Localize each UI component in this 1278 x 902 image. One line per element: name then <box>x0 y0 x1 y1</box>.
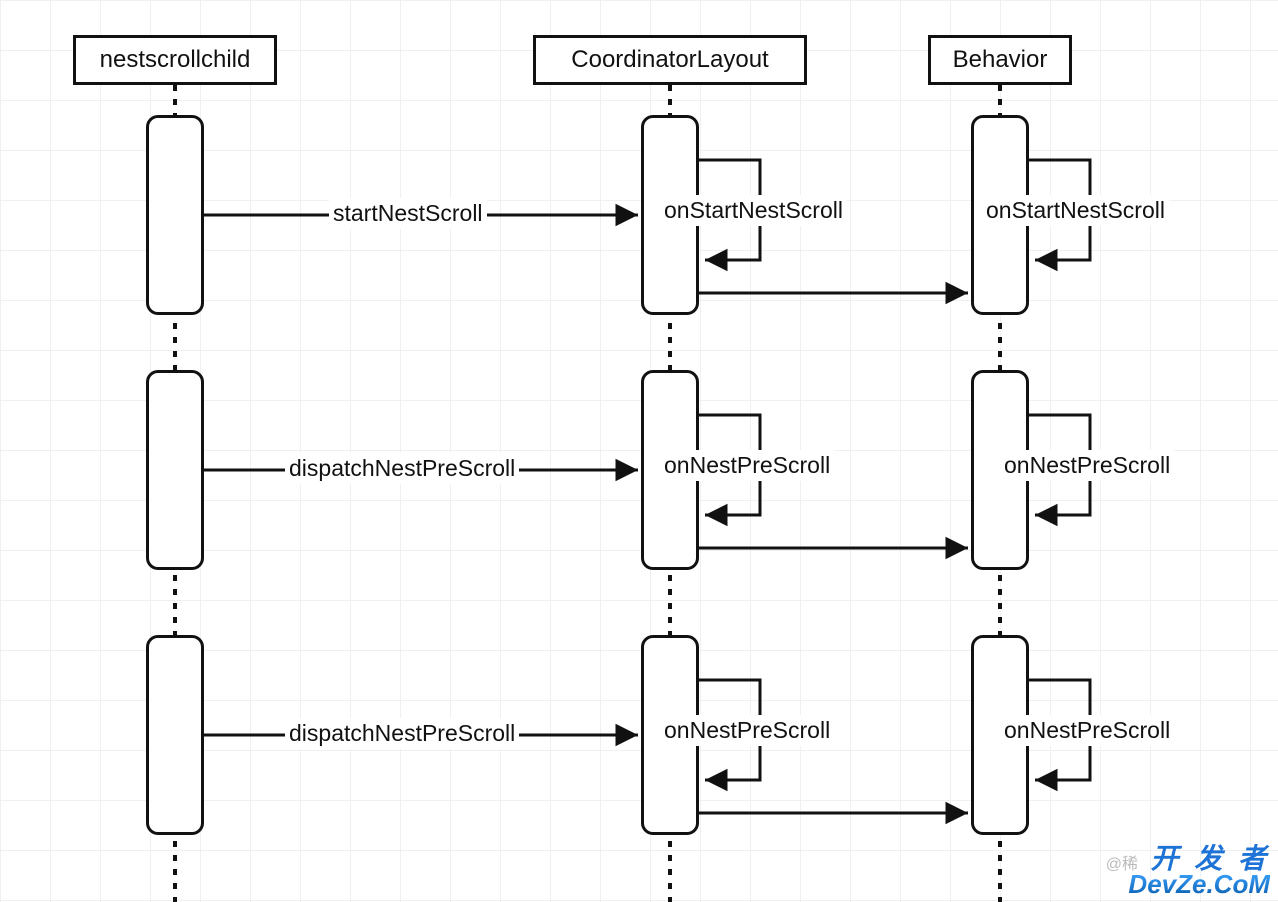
activation-child-3 <box>146 635 204 835</box>
activation-child-2 <box>146 370 204 570</box>
watermark-logo-en: DevZe.CoM <box>1128 872 1270 897</box>
msg-label-self-behavior-2: onNestPreScroll <box>1000 450 1174 481</box>
msg-label-self-behavior-3: onNestPreScroll <box>1000 715 1174 746</box>
msg-label-self-behavior-1: onStartNestScroll <box>982 195 1169 226</box>
msg-label-child-coord-2: dispatchNestPreScroll <box>285 453 519 484</box>
watermark-logo: 开 发 者 DevZe.CoM <box>1128 846 1270 897</box>
lifeline-header-behavior: Behavior <box>928 35 1072 85</box>
lifeline-header-child: nestscrollchild <box>73 35 277 85</box>
lifeline-header-coord: CoordinatorLayout <box>533 35 807 85</box>
msg-label-self-coord-2: onNestPreScroll <box>660 450 834 481</box>
watermark-logo-cn: 开 发 者 <box>1128 846 1270 873</box>
activation-child-1 <box>146 115 204 315</box>
msg-label-self-coord-1: onStartNestScroll <box>660 195 847 226</box>
msg-label-self-coord-3: onNestPreScroll <box>660 715 834 746</box>
msg-label-child-coord-1: startNestScroll <box>329 198 487 229</box>
msg-label-child-coord-3: dispatchNestPreScroll <box>285 718 519 749</box>
